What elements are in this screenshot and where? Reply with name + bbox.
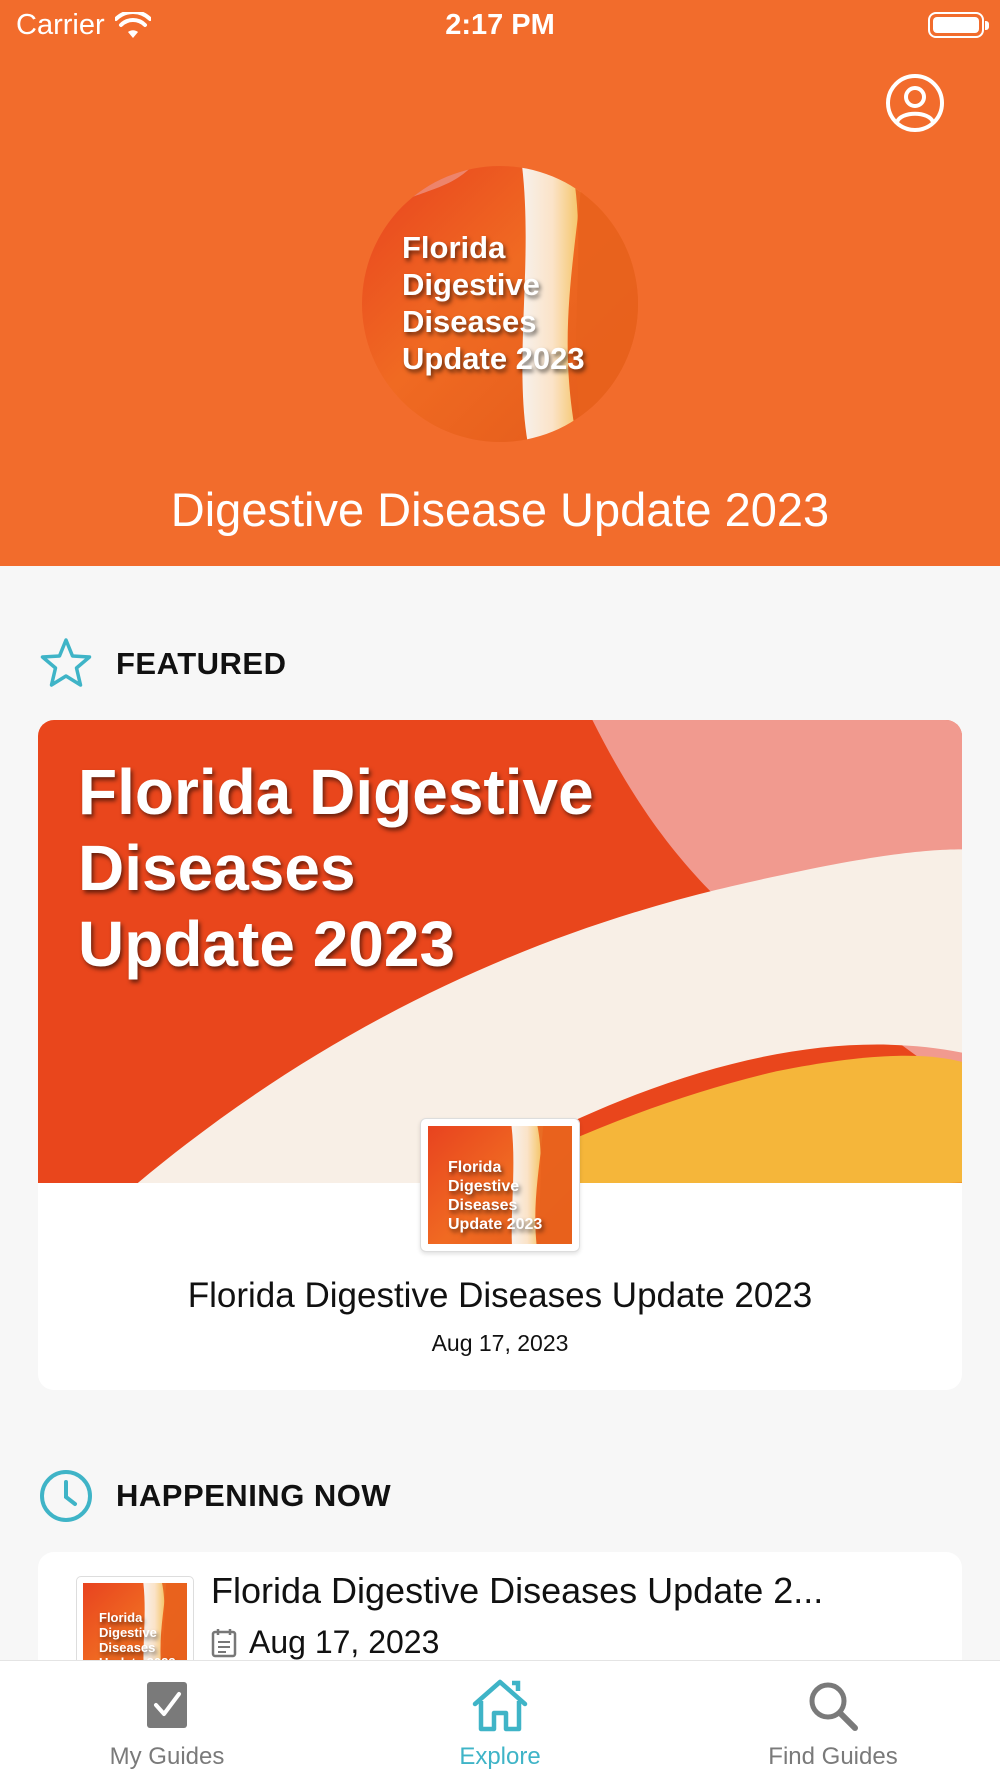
event-title: Digestive Disease Update 2023 [170,483,830,536]
tab-find-guides[interactable]: Find Guides [666,1661,1000,1778]
happening-now-date: Aug 17, 2023 [249,1624,440,1660]
event-logo: Florida Digestive Diseases Update 2023 [362,166,638,442]
star-icon [40,638,92,687]
calendar-icon [211,1628,237,1657]
logo-text: Florida Digestive Diseases Update 2023 [402,230,585,376]
happening-now-date-row: Aug 17, 2023 [211,1624,439,1661]
featured-banner: Florida Digestive Diseases Update 2023 [38,720,962,1183]
featured-banner-text: Florida Digestive Diseases Update 2023 [78,756,594,980]
event-header: Carrier 2:17 PM Florida Digestive Diseas… [0,0,1000,566]
featured-label: FEATURED [116,646,287,681]
status-bar: Carrier 2:17 PM [0,0,1000,52]
home-icon [472,1679,528,1732]
tab-label: My Guides [109,1743,225,1770]
tab-my-guides[interactable]: My Guides [0,1661,334,1778]
clock-icon [40,1470,92,1522]
featured-section-header: FEATURED [38,636,286,692]
featured-guide-date: Aug 17, 2023 [431,1330,569,1356]
app-screen: Carrier 2:17 PM Florida Digestive Diseas… [0,0,1000,1778]
happening-now-section-header: HAPPENING NOW [38,1468,391,1524]
user-circle-icon [886,74,944,132]
battery-icon [928,12,989,38]
thumbnail-text: Florida Digestive Diseases Update 2023 [448,1159,543,1233]
tab-label: Explore [459,1743,541,1770]
featured-guide-name: Florida Digestive Diseases Update 2023 [187,1276,813,1315]
clock-time: 2:17 PM [445,9,555,41]
search-icon [809,1682,858,1731]
guide-check-icon [147,1682,187,1728]
featured-thumbnail: Florida Digestive Diseases Update 2023 [420,1118,580,1252]
happening-now-label: HAPPENING NOW [116,1478,392,1513]
tab-bar: My Guides Explore Find Guides [0,1660,1000,1778]
tab-explore[interactable]: Explore [333,1661,667,1778]
featured-guide-card[interactable]: Florida Digestive Diseases Update 2023 F… [38,720,962,1390]
happening-now-title: Florida Digestive Diseases Update 2... [211,1570,824,1611]
profile-button[interactable] [884,72,946,134]
tab-label: Find Guides [768,1743,898,1770]
